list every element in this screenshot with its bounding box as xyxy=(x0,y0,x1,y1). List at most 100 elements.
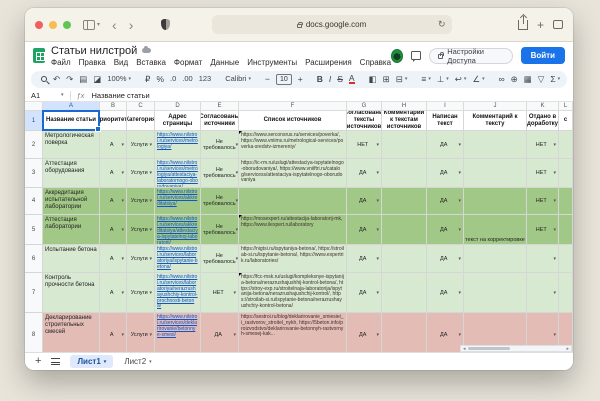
header-cell-E1[interactable]: Согласованы источники xyxy=(201,111,239,131)
chevron-down-icon[interactable]: ▾ xyxy=(97,21,100,28)
close-window-button[interactable] xyxy=(35,21,43,29)
chevron-down-icon[interactable]: ▾ xyxy=(149,359,152,365)
cell-H6[interactable] xyxy=(382,245,427,273)
cell-E3[interactable]: Не требовалось▾ xyxy=(201,159,239,188)
cell-L3[interactable] xyxy=(559,159,573,188)
cell-G5[interactable]: ДА▾ xyxy=(347,215,382,245)
spreadsheet-grid[interactable]: ABCDEFGHIJKL 1Название статьиПриоритет▾К… xyxy=(25,102,573,352)
cell-B2[interactable]: А▾ xyxy=(100,131,127,159)
row-number-1[interactable]: 1 xyxy=(25,111,43,131)
cell-B8[interactable]: А▾ xyxy=(100,313,127,352)
cell-I8[interactable]: ДА▾ xyxy=(427,313,464,352)
column-letter-H[interactable]: H xyxy=(382,102,427,111)
cell-H4[interactable] xyxy=(382,188,427,215)
increase-font-size-icon[interactable]: + xyxy=(298,75,303,84)
menu-item-8[interactable]: Справка xyxy=(360,58,391,67)
dropdown-arrow-icon[interactable]: ▾ xyxy=(149,227,152,233)
cell-L2[interactable] xyxy=(559,131,573,159)
all-sheets-icon[interactable] xyxy=(51,358,60,365)
header-cell-A1[interactable]: Название статьи xyxy=(43,111,100,131)
number-format-icon[interactable]: 123 xyxy=(199,75,212,83)
add-sheet-button[interactable]: + xyxy=(35,356,41,367)
column-letter-D[interactable]: D xyxy=(155,102,201,111)
header-cell-G1[interactable]: Согласованы тексты источников xyxy=(347,111,382,131)
header-cell-F1[interactable]: Список источников xyxy=(239,111,347,131)
insert-link-icon[interactable]: ∞ xyxy=(499,75,505,84)
borders-icon[interactable]: ⊞ xyxy=(383,75,390,84)
cell-D5-link[interactable]: https://www.nilstroi.ru/services/akkredi… xyxy=(155,215,201,245)
row-number-4[interactable]: 4 xyxy=(25,188,43,215)
cell-B5[interactable]: А▾ xyxy=(100,215,127,245)
functions-icon[interactable]: Σ▾ xyxy=(550,75,560,84)
text-wrap-icon[interactable]: ↩▾ xyxy=(455,75,467,84)
search-icon[interactable] xyxy=(41,76,47,82)
dropdown-arrow-icon[interactable]: ▾ xyxy=(121,198,124,204)
cell-F7[interactable]: https://fcc-msk.ru/uslugi/kompleksnye-is… xyxy=(239,273,347,313)
cell-C8[interactable]: Услуги▾ xyxy=(127,313,155,352)
document-title[interactable]: Статьи нилстрой xyxy=(51,45,137,57)
cell-F5[interactable]: https://mosexpert.ru/attestacija-laborat… xyxy=(239,215,347,245)
header-cell-I1[interactable]: Написан текст xyxy=(427,111,464,131)
dropdown-arrow-icon[interactable]: ▾ xyxy=(376,290,379,296)
cell-I2[interactable]: ДА▾ xyxy=(427,131,464,159)
cell-C4[interactable]: Услуги▾ xyxy=(127,188,155,215)
cell-C3[interactable]: Услуги▾ xyxy=(127,159,155,188)
dropdown-arrow-icon[interactable]: ▾ xyxy=(553,227,556,233)
dropdown-arrow-icon[interactable]: ▾ xyxy=(376,142,379,148)
new-tab-button[interactable]: + xyxy=(537,19,544,31)
cell-K6[interactable]: ▾ xyxy=(527,245,559,273)
dropdown-arrow-icon[interactable]: ▾ xyxy=(376,256,379,262)
chevron-down-icon[interactable]: ▾ xyxy=(61,92,64,98)
print-icon[interactable]: ▤ xyxy=(79,75,87,84)
dropdown-arrow-icon[interactable]: ▾ xyxy=(458,198,461,204)
cell-J5[interactable]: текст на корректировке xyxy=(464,215,527,245)
cell-E6[interactable]: Не требовалось▾ xyxy=(201,245,239,273)
insert-comment-icon[interactable]: ⊕ xyxy=(511,75,518,84)
cell-G4[interactable]: ДА▾ xyxy=(347,188,382,215)
dropdown-arrow-icon[interactable]: ▾ xyxy=(149,142,152,148)
dropdown-arrow-icon[interactable]: ▾ xyxy=(121,332,124,338)
header-cell-J1[interactable]: Комментарий к тексту xyxy=(464,111,527,131)
cell-K7[interactable]: ▾ xyxy=(527,273,559,313)
row-number-2[interactable]: 2 xyxy=(25,131,43,159)
column-letter-B[interactable]: B xyxy=(100,102,127,111)
forward-button[interactable]: › xyxy=(129,18,134,32)
cell-I7[interactable]: ДА▾ xyxy=(427,273,464,313)
back-button[interactable]: ‹ xyxy=(112,18,117,32)
address-bar[interactable]: docs.google.com ↻ xyxy=(212,15,452,34)
share-icon[interactable] xyxy=(518,20,528,30)
cell-I6[interactable]: ДА▾ xyxy=(427,245,464,273)
row-number-3[interactable]: 3 xyxy=(25,159,43,188)
insert-chart-icon[interactable]: ▦ xyxy=(524,75,532,84)
cell-J6[interactable] xyxy=(464,245,527,273)
dropdown-arrow-icon[interactable]: ▾ xyxy=(121,256,124,262)
zoom-select[interactable]: 100%▾ xyxy=(107,75,131,83)
cell-J7[interactable] xyxy=(464,273,527,313)
cell-K4[interactable]: НЕТ▾ xyxy=(527,188,559,215)
dropdown-arrow-icon[interactable]: ▾ xyxy=(458,170,461,176)
cell-A3[interactable]: Аттестация оборудования xyxy=(43,159,100,188)
dropdown-arrow-icon[interactable]: ▾ xyxy=(233,332,236,338)
column-letter-G[interactable]: G xyxy=(347,102,382,111)
menu-item-7[interactable]: Расширения xyxy=(305,58,352,67)
strikethrough-icon[interactable]: S xyxy=(337,75,343,84)
cell-C5[interactable]: Услуги▾ xyxy=(127,215,155,245)
dropdown-arrow-icon[interactable]: ▾ xyxy=(553,198,556,204)
italic-icon[interactable]: I xyxy=(329,75,331,84)
cell-G2[interactable]: НЕТ▾ xyxy=(347,131,382,159)
cell-F2[interactable]: https://www.serconsrus.ru/services/pover… xyxy=(239,131,347,159)
increase-decimals-icon[interactable]: .00 xyxy=(182,75,192,83)
cell-E5[interactable]: Не требовалось▾ xyxy=(201,215,239,245)
menu-item-0[interactable]: Файл xyxy=(51,58,71,67)
menu-item-2[interactable]: Вид xyxy=(114,58,128,67)
cell-I5[interactable]: ДА▾ xyxy=(427,215,464,245)
cell-F4[interactable] xyxy=(239,188,347,215)
comment-history-icon[interactable] xyxy=(411,51,421,60)
text-rotation-icon[interactable]: ∠▾ xyxy=(472,75,484,84)
cell-D7-link[interactable]: https://www.nilstroi.ru/services/laborat… xyxy=(155,273,201,313)
column-letter-K[interactable]: K xyxy=(527,102,559,111)
dropdown-arrow-icon[interactable]: ▾ xyxy=(236,227,239,233)
row-number-7[interactable]: 7 xyxy=(25,273,43,313)
dropdown-arrow-icon[interactable]: ▾ xyxy=(236,170,239,176)
cell-D3-link[interactable]: https://www.nilstroi.ru/services/metrolo… xyxy=(155,159,201,188)
